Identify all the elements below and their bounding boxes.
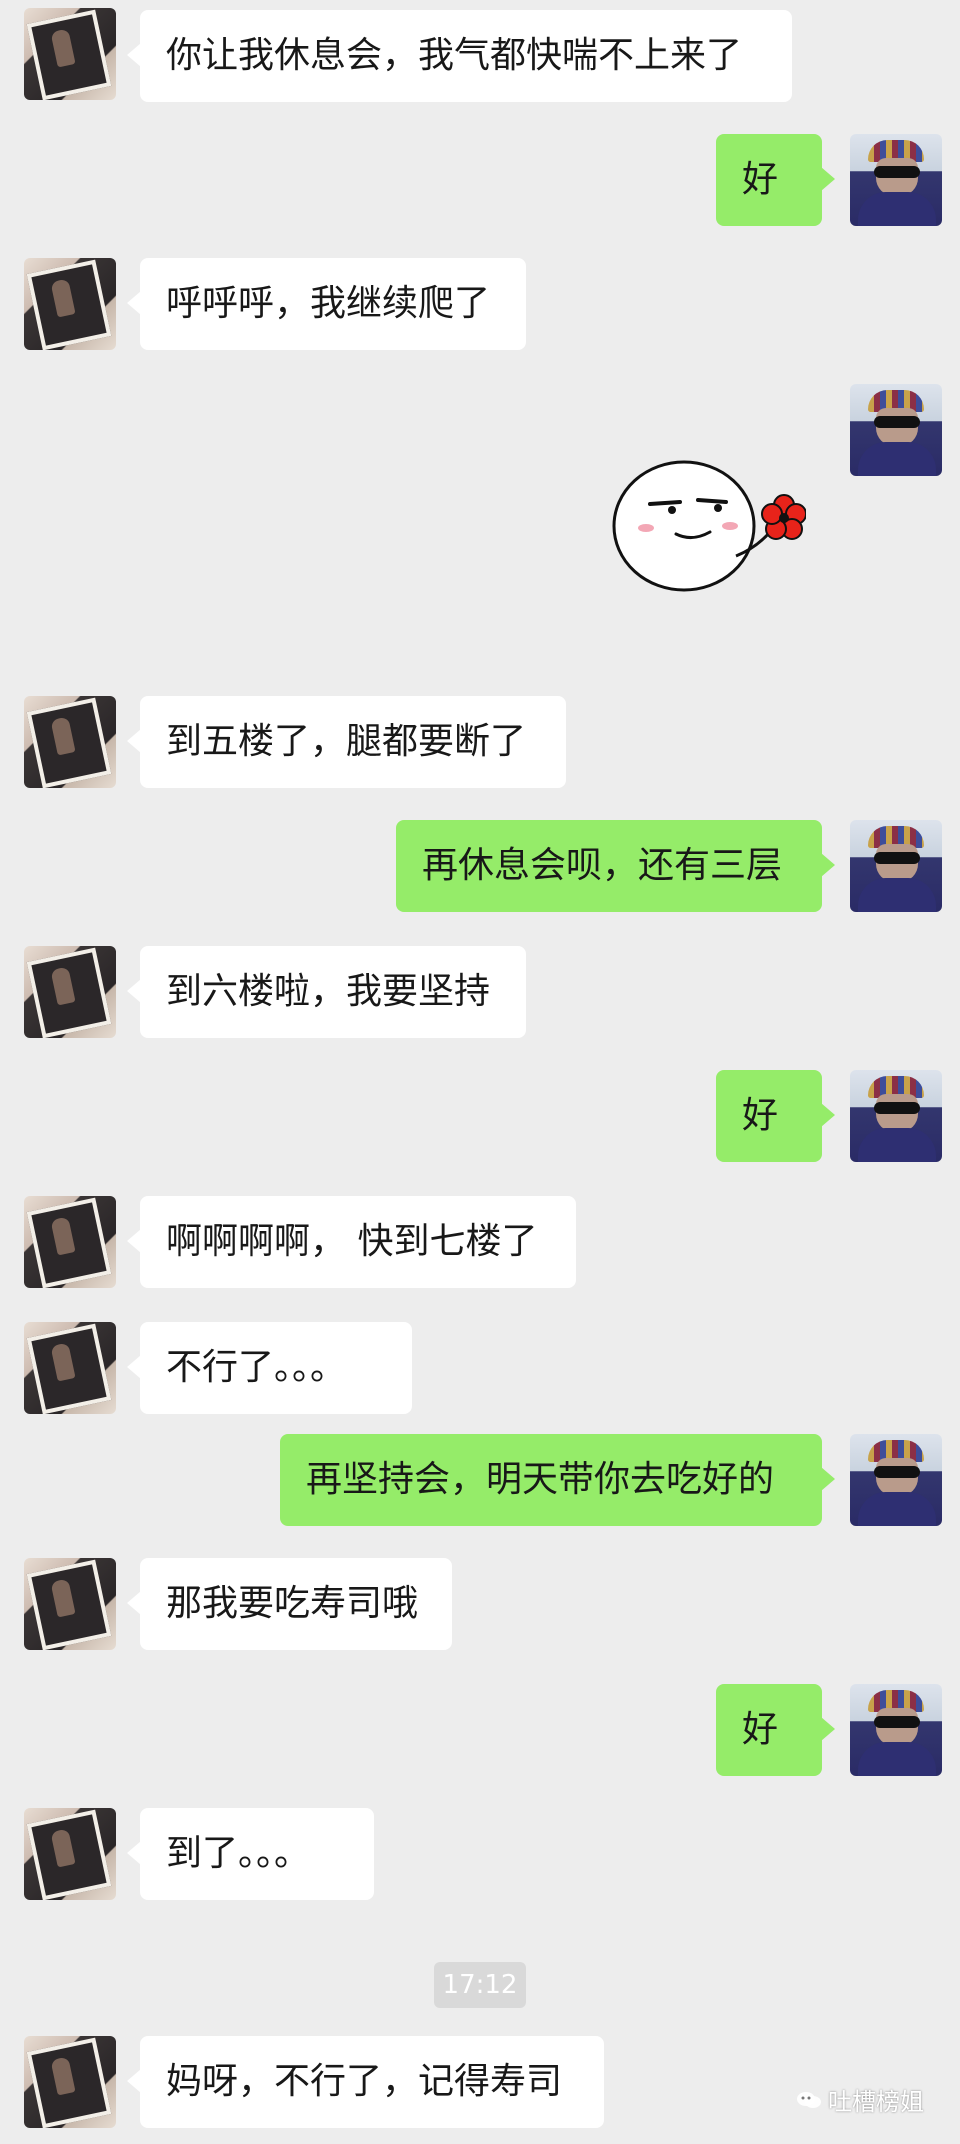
- contact-avatar[interactable]: [24, 946, 116, 1038]
- outgoing-message-bubble[interactable]: 再休息会呗，还有三层: [396, 820, 835, 912]
- outgoing-message-bubble[interactable]: 好: [716, 1684, 835, 1776]
- incoming-message-bubble[interactable]: 那我要吃寿司哦: [127, 1558, 452, 1650]
- user-avatar[interactable]: [850, 1434, 942, 1526]
- contact-avatar[interactable]: [24, 1322, 116, 1414]
- watermark: 吐槽榜姐: [796, 2082, 924, 2117]
- user-avatar[interactable]: [850, 134, 942, 226]
- contact-avatar[interactable]: [24, 258, 116, 350]
- user-avatar[interactable]: [850, 820, 942, 912]
- wechat-official-account-icon: [796, 2088, 822, 2116]
- incoming-message-bubble[interactable]: 你让我休息会，我气都快喘不上来了: [127, 10, 792, 102]
- incoming-message-bubble[interactable]: 到了。。。: [127, 1808, 374, 1900]
- smirk-face-with-flower-sticker[interactable]: [606, 452, 806, 602]
- outgoing-message-bubble[interactable]: 好: [716, 134, 835, 226]
- incoming-message-bubble[interactable]: 妈呀，不行了，记得寿司: [127, 2036, 604, 2128]
- user-avatar[interactable]: [850, 1070, 942, 1162]
- outgoing-message-bubble[interactable]: 好: [716, 1070, 835, 1162]
- contact-avatar[interactable]: [24, 696, 116, 788]
- incoming-message-bubble[interactable]: 到五楼了，腿都要断了: [127, 696, 566, 788]
- user-avatar[interactable]: [850, 1684, 942, 1776]
- message-timestamp: 17:12: [434, 1962, 526, 2008]
- contact-avatar[interactable]: [24, 8, 116, 100]
- watermark-text: 吐槽榜姐: [828, 2088, 924, 2116]
- incoming-message-bubble[interactable]: 到六楼啦，我要坚持: [127, 946, 526, 1038]
- user-avatar[interactable]: [850, 384, 942, 476]
- incoming-message-bubble[interactable]: 啊啊啊啊， 快到七楼了: [127, 1196, 576, 1288]
- contact-avatar[interactable]: [24, 1196, 116, 1288]
- outgoing-message-bubble[interactable]: 再坚持会，明天带你去吃好的: [280, 1434, 835, 1526]
- contact-avatar[interactable]: [24, 1808, 116, 1900]
- contact-avatar[interactable]: [24, 2036, 116, 2128]
- incoming-message-bubble[interactable]: 不行了。。。: [127, 1322, 412, 1414]
- contact-avatar[interactable]: [24, 1558, 116, 1650]
- incoming-message-bubble[interactable]: 呼呼呼，我继续爬了: [127, 258, 526, 350]
